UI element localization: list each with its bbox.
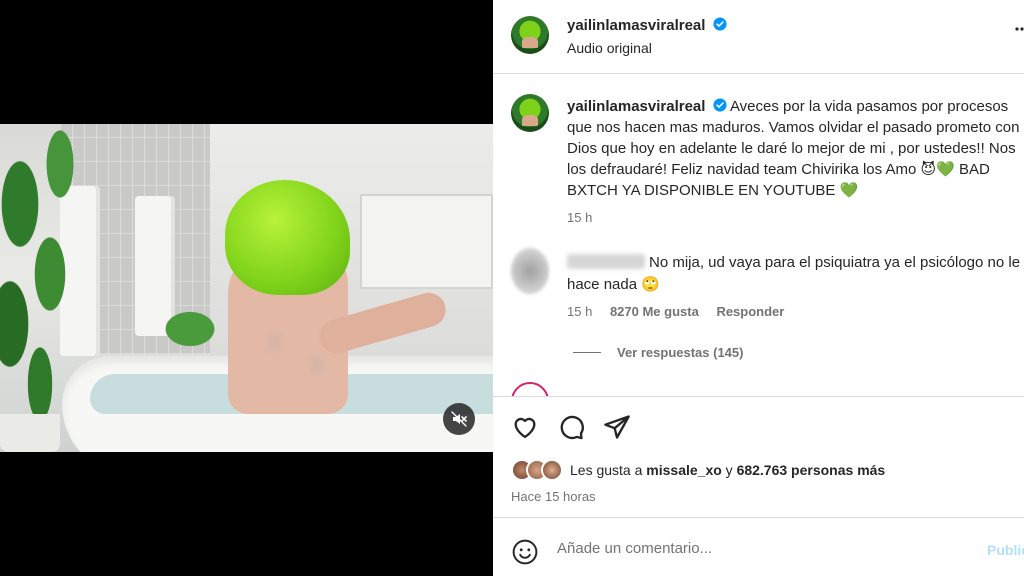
video-plant xyxy=(150,299,230,359)
view-replies-button[interactable]: Ver respuestas (145) xyxy=(573,345,743,360)
comment-input[interactable] xyxy=(557,540,937,557)
post-side-panel: yailinlamasviralreal Audio original yail… xyxy=(493,0,1024,576)
post-media xyxy=(0,0,493,576)
video-plant-pot xyxy=(0,414,60,452)
comment-text: No mija, ud vaya para el psiquiatra ya e… xyxy=(567,252,1024,296)
commenter-username-blurred[interactable] xyxy=(567,254,645,269)
audio-link[interactable]: Audio original xyxy=(567,40,652,56)
comment-likes[interactable]: 8270 Me gusta xyxy=(610,304,699,319)
likes-summary: Les gusta a missale_xo y 682.763 persona… xyxy=(511,459,885,481)
header-username-row: yailinlamasviralreal xyxy=(567,17,727,34)
caption-username[interactable]: yailinlamasviralreal xyxy=(567,98,705,115)
more-options-icon[interactable] xyxy=(1014,26,1024,32)
avatar[interactable] xyxy=(511,94,549,132)
share-icon[interactable] xyxy=(603,413,631,441)
liker-avatar[interactable] xyxy=(541,459,563,481)
likes-user-link[interactable]: missale_xo xyxy=(646,462,722,478)
comment-meta: 15 h 8270 Me gusta Responder xyxy=(567,304,798,319)
heart-icon[interactable] xyxy=(511,413,539,441)
comment-composer: Publicar xyxy=(493,517,1024,576)
verified-badge-icon xyxy=(713,17,727,31)
header-username[interactable]: yailinlamasviralreal xyxy=(567,17,705,34)
censor-blur xyxy=(268,334,282,352)
likes-prefix: Les gusta a xyxy=(570,462,643,478)
video-player[interactable] xyxy=(0,124,493,452)
publish-button[interactable]: Publicar xyxy=(987,542,1024,558)
reply-button[interactable]: Responder xyxy=(716,304,784,319)
comment-timestamp: 15 h xyxy=(567,304,593,319)
post-header: yailinlamasviralreal Audio original xyxy=(493,0,1024,74)
likes-count-link[interactable]: 682.763 personas más xyxy=(737,462,886,478)
avatar[interactable] xyxy=(511,16,549,54)
likes-joiner: y xyxy=(725,462,733,478)
comment-icon[interactable] xyxy=(557,413,585,441)
caption-text: yailinlamasviralreal Aveces por la vida … xyxy=(567,96,1024,228)
volume-muted-icon xyxy=(451,411,467,427)
verified-badge-icon xyxy=(713,98,727,112)
mute-toggle-button[interactable] xyxy=(443,403,475,435)
video-wall-niche xyxy=(360,194,493,289)
commenter-avatar-blurred[interactable] xyxy=(511,248,549,294)
caption-timestamp: 15 h xyxy=(567,210,593,225)
video-person-green-hair xyxy=(225,180,350,295)
emoji-icon[interactable] xyxy=(512,539,538,565)
likes-text: Les gusta a missale_xo y 682.763 persona… xyxy=(570,462,885,478)
post-actions: Les gusta a missale_xo y 682.763 persona… xyxy=(493,396,1024,576)
post-timestamp[interactable]: Hace 15 horas xyxy=(511,489,596,504)
censor-blur xyxy=(310,356,324,374)
